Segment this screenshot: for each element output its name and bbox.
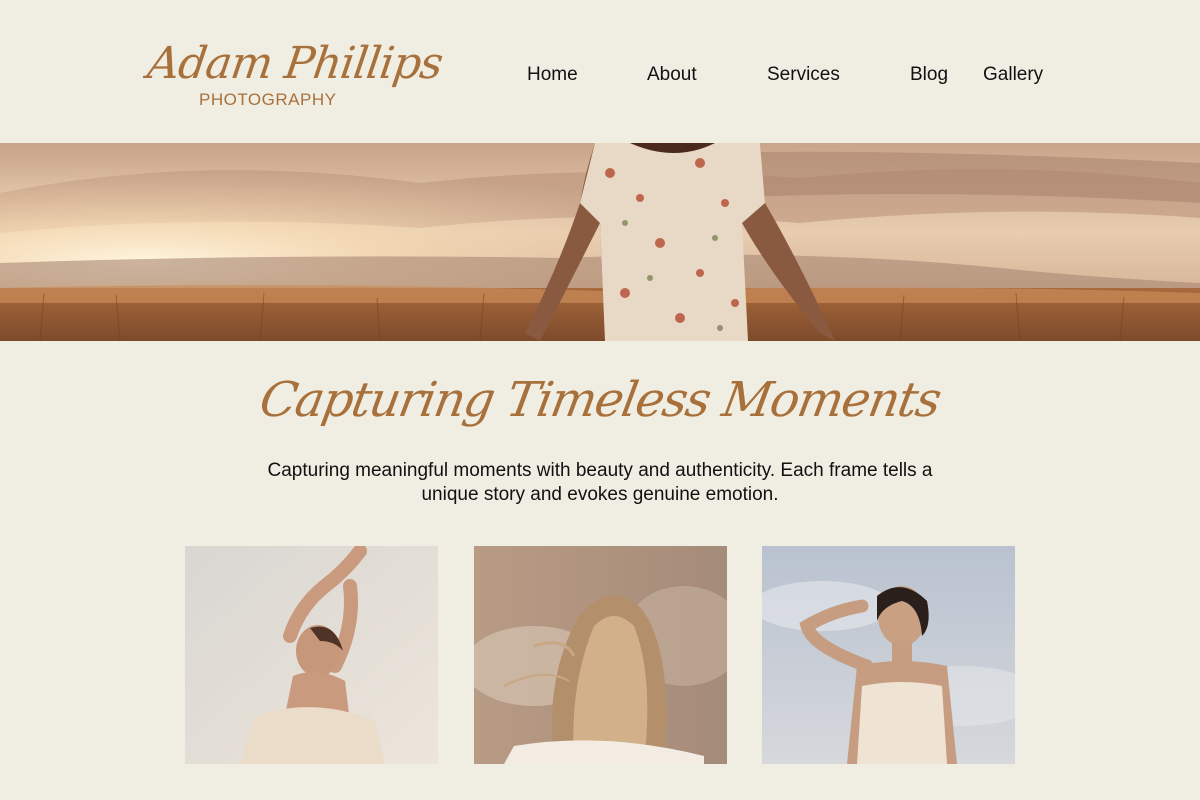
nav-services[interactable]: Services bbox=[767, 64, 840, 86]
nav-gallery[interactable]: Gallery bbox=[983, 64, 1043, 86]
nav-blog[interactable]: Blog bbox=[910, 64, 948, 86]
gallery-photo-1[interactable] bbox=[185, 546, 438, 764]
nav-home[interactable]: Home bbox=[527, 64, 578, 86]
page-headline: Capturing Timeless Moments bbox=[255, 372, 945, 428]
hero-image bbox=[0, 143, 1200, 341]
logo-name: Adam Phillips bbox=[144, 38, 446, 89]
nav-about[interactable]: About bbox=[647, 64, 697, 86]
intro-text: Capturing meaningful moments with beauty… bbox=[267, 460, 933, 505]
logo-tagline: PHOTOGRAPHY bbox=[199, 90, 337, 109]
site-header: Adam Phillips PHOTOGRAPHY Home About Ser… bbox=[0, 0, 1200, 143]
gallery-photo-2[interactable] bbox=[474, 546, 727, 764]
logo[interactable]: Adam Phillips PHOTOGRAPHY bbox=[140, 28, 445, 118]
gallery-photo-3[interactable] bbox=[762, 546, 1015, 764]
